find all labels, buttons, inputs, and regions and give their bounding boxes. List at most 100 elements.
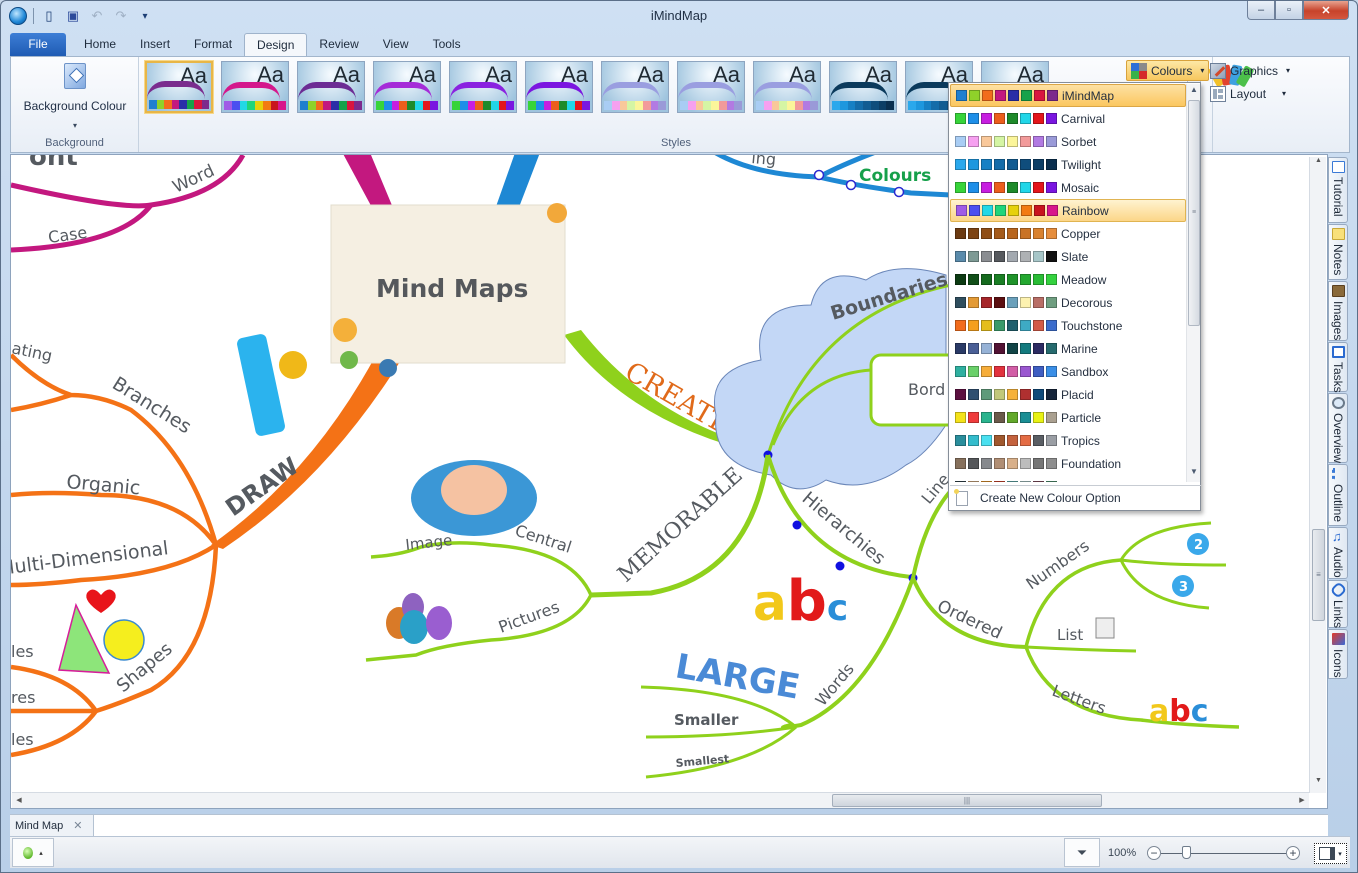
connection-node[interactable] <box>845 179 857 191</box>
horizontal-scrollbar[interactable]: ◀ ||| ▶ <box>12 792 1309 808</box>
tab-review[interactable]: Review <box>307 33 370 56</box>
style-thumbnail[interactable]: Aa <box>677 61 745 113</box>
style-thumbnail[interactable]: Aa <box>753 61 821 113</box>
style-thumbnail[interactable]: Aa <box>601 61 669 113</box>
connection-node[interactable] <box>835 561 845 571</box>
filter-button[interactable]: ⏷ <box>1064 838 1100 867</box>
layout-button[interactable]: Layout ▾ <box>1206 83 1290 104</box>
dropdown-scroll-down[interactable]: ▼ <box>1187 467 1201 481</box>
dropdown-scroll-up[interactable]: ▲ <box>1187 85 1201 99</box>
colour-scheme-item[interactable]: Rainbow <box>950 199 1186 222</box>
colour-scheme-item[interactable]: Marine <box>950 337 1186 360</box>
horizontal-scroll-thumb[interactable]: ||| <box>832 794 1102 807</box>
colour-swatch <box>955 366 966 377</box>
branch-memorable[interactable]: MEMORABLE Central Image Pictures <box>365 454 771 662</box>
tab-design[interactable]: Design <box>244 33 308 56</box>
style-thumbnail[interactable]: Aa <box>145 61 213 113</box>
branch-number-3[interactable] <box>1119 559 1210 610</box>
side-tab-audio[interactable]: ♫ Audio <box>1328 527 1348 579</box>
zoom-out-button[interactable]: − <box>1147 846 1161 860</box>
label-image: Image <box>405 531 454 554</box>
style-thumbnail[interactable]: Aa <box>525 61 593 113</box>
tab-home[interactable]: Home <box>72 33 128 56</box>
connection-node[interactable] <box>792 520 802 530</box>
colour-scheme-item[interactable]: Meadow <box>950 268 1186 291</box>
maximize-button[interactable]: ▫ <box>1275 1 1303 20</box>
side-tab-overview[interactable]: Overview <box>1328 393 1348 463</box>
style-thumbnail[interactable]: Aa <box>221 61 289 113</box>
branch-number-2[interactable] <box>1120 558 1227 567</box>
colour-swatches <box>955 182 1057 193</box>
graphics-button[interactable]: Graphics ▾ <box>1206 60 1294 81</box>
colour-scheme-item[interactable]: Decorous <box>950 291 1186 314</box>
colour-swatch <box>1007 389 1018 400</box>
colour-scheme-item[interactable]: Sorbet <box>950 130 1186 153</box>
branch-branches-sub[interactable] <box>11 392 72 413</box>
zoom-slider-track[interactable] <box>1161 853 1286 854</box>
colour-scheme-item[interactable]: Touchstone <box>950 314 1186 337</box>
zoom-slider-handle[interactable] <box>1182 846 1191 859</box>
close-button[interactable]: ✕ <box>1303 1 1349 20</box>
colour-swatch <box>1021 205 1032 216</box>
connection-node[interactable] <box>893 186 905 198</box>
style-thumbnail[interactable]: Aa <box>829 61 897 113</box>
colour-scheme-item[interactable]: Particle <box>950 406 1186 429</box>
colour-scheme-item[interactable]: Mosaic <box>950 176 1186 199</box>
scroll-left-arrow[interactable]: ◀ <box>12 793 26 809</box>
minimize-button[interactable]: – <box>1247 1 1275 20</box>
scroll-right-arrow[interactable]: ▶ <box>1295 793 1309 809</box>
tab-view[interactable]: View <box>371 33 421 56</box>
colour-swatch <box>1046 113 1057 124</box>
zoom-in-button[interactable]: + <box>1286 846 1300 860</box>
colour-scheme-item[interactable]: Sandbox <box>950 360 1186 383</box>
document-tab-mind-map[interactable]: Mind Map ✕ <box>10 815 94 836</box>
view-mode-button[interactable]: ▾ <box>1314 843 1347 864</box>
branch-create[interactable]: CREATE Bord Boundaries <box>564 268 963 490</box>
colour-scheme-item[interactable]: Twilight <box>950 153 1186 176</box>
tab-tools[interactable]: Tools <box>421 33 473 56</box>
connection-node[interactable] <box>813 169 825 181</box>
colour-scheme-item[interactable]: Slate <box>950 245 1186 268</box>
colour-swatch <box>1033 366 1044 377</box>
side-tab-tasks[interactable]: Tasks <box>1328 342 1348 393</box>
side-tab-notes[interactable]: Notes <box>1328 224 1348 280</box>
colour-scheme-item[interactable]: Foundation <box>950 452 1186 475</box>
main-branch-draw[interactable] <box>211 355 401 549</box>
colour-scheme-item[interactable]: Carnival <box>950 107 1186 130</box>
colour-scheme-item[interactable]: Tropics <box>950 429 1186 452</box>
colour-scheme-item[interactable]: Placid <box>950 383 1186 406</box>
central-topic[interactable]: Mind Maps <box>330 203 567 377</box>
scroll-up-arrow[interactable]: ▲ <box>1310 157 1327 171</box>
colours-button[interactable]: Colours ▾ <box>1126 60 1210 81</box>
status-menu-button[interactable]: ▴ <box>12 838 54 867</box>
dropdown-scrollbar[interactable]: ▲ ≡ ▼ <box>1186 84 1200 482</box>
tab-insert[interactable]: Insert <box>128 33 182 56</box>
tab-format[interactable]: Format <box>182 33 244 56</box>
branch-organic[interactable] <box>11 490 218 547</box>
create-new-colour-option[interactable]: Create New Colour Option <box>950 485 1201 510</box>
side-tab-outline[interactable]: Outline <box>1328 464 1348 526</box>
branch-list[interactable] <box>1025 645 1137 653</box>
colour-swatch <box>981 389 992 400</box>
side-tab-tutorial[interactable]: Tutorial <box>1328 157 1348 223</box>
scroll-down-arrow[interactable]: ▼ <box>1310 777 1327 791</box>
background-colour-button[interactable]: Background Colour ▾ <box>21 61 129 131</box>
vertical-scroll-thumb[interactable]: ≡ <box>1312 529 1325 621</box>
style-thumbnail[interactable]: Aa <box>297 61 365 113</box>
colour-swatches <box>955 320 1057 331</box>
colour-scheme-item[interactable]: Outline <box>950 475 1186 482</box>
tab-file[interactable]: File <box>10 33 66 56</box>
style-thumbnail[interactable]: Aa <box>449 61 517 113</box>
close-tab-icon[interactable]: ✕ <box>73 819 82 832</box>
side-tab-icons[interactable]: Icons <box>1328 629 1348 679</box>
side-tab-links[interactable]: Links <box>1328 580 1348 628</box>
colour-scheme-item[interactable]: iMindMap <box>950 84 1186 107</box>
vertical-scrollbar[interactable]: ▲ ≡ ▼ <box>1309 157 1326 793</box>
branch-draw[interactable]: DRAW Branches Organic Multi-Dimensional … <box>11 333 401 758</box>
colour-swatch <box>969 205 980 216</box>
side-tab-images[interactable]: Images <box>1328 281 1348 341</box>
colour-scheme-item[interactable]: Copper <box>950 222 1186 245</box>
colour-swatch <box>968 159 979 170</box>
dropdown-scroll-thumb[interactable]: ≡ <box>1188 100 1200 326</box>
style-thumbnail[interactable]: Aa <box>373 61 441 113</box>
